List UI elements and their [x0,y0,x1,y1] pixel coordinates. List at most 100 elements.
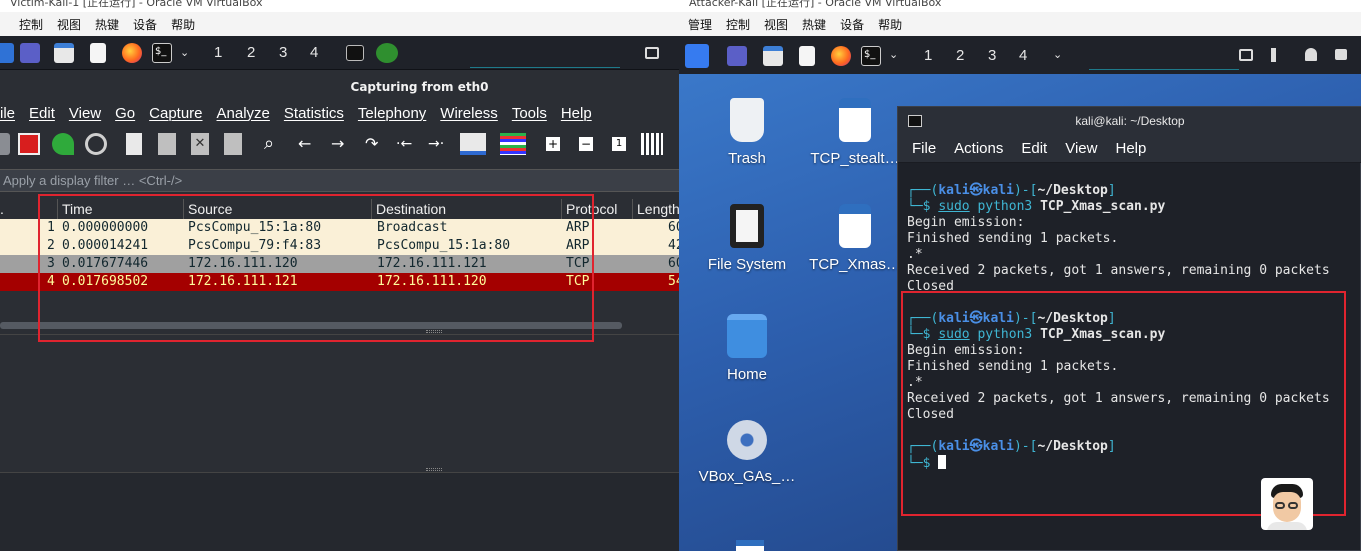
text-editor-icon[interactable] [799,46,815,66]
firefox-icon[interactable] [122,43,142,63]
wireshark-window-icon[interactable] [376,43,398,63]
pane-splitter-handle[interactable] [426,468,442,471]
workspace-4[interactable]: 4 [1019,47,1027,64]
desktop-icon-tcp-stealth[interactable]: TCP_stealt… [805,98,905,167]
last-packet-icon[interactable]: →· [428,133,450,155]
terminal-icon[interactable]: $_ [152,43,172,63]
menu-tools[interactable]: Tools [512,105,547,122]
network-icon[interactable] [1239,49,1253,61]
firefox-icon[interactable] [831,46,851,66]
zoom-in-icon[interactable]: + [546,137,560,151]
autoscroll-icon[interactable] [460,133,486,155]
save-file-icon[interactable] [158,133,176,155]
menu-help[interactable]: Help [561,105,592,122]
workspace-4[interactable]: 4 [310,44,318,61]
term-menu-file[interactable]: File [912,140,936,157]
term-menu-help[interactable]: Help [1115,140,1146,157]
text-editor-icon[interactable] [90,43,106,63]
capture-options-icon[interactable] [85,133,107,155]
prompt-line: ┌──(kali㉿kali)-[~/Desktop] [907,183,1116,198]
menu-analyze[interactable]: Analyze [217,105,270,122]
dropdown-chevron-icon[interactable]: ⌄ [889,48,898,61]
kali-menu-icon[interactable] [685,44,709,68]
workspace-3[interactable]: 3 [988,47,996,64]
normal-size-icon[interactable]: 1 [612,137,626,151]
find-packet-icon[interactable]: ⌕ [264,133,286,155]
wireshark-toolbar: ✕ ⌕ ← → ↷ ·← →· + − 1 [0,128,679,164]
go-forward-icon[interactable]: → [331,133,353,155]
start-capture-icon[interactable] [0,133,10,155]
go-back-icon[interactable]: ← [298,133,320,155]
restart-capture-icon[interactable] [52,133,74,155]
menu-edit[interactable]: Edit [29,105,55,122]
menu-capture[interactable]: Capture [149,105,202,122]
workspace-icon[interactable] [727,46,747,66]
vbox-menu-control[interactable]: 控制 [12,16,50,33]
dropdown-chevron-icon[interactable]: ⌄ [1053,48,1062,61]
first-packet-icon[interactable]: ·← [396,133,418,155]
python-file-icon[interactable] [736,540,764,551]
menu-wireless[interactable]: Wireless [440,105,498,122]
terminal-window-icon[interactable] [346,45,364,61]
packet-length: 60 [668,256,679,271]
term-menu-view[interactable]: View [1065,140,1097,157]
zoom-out-icon[interactable]: − [579,137,593,151]
desktop-icon-file-system[interactable]: File System [697,204,797,273]
desktop-icon-label: VBox_GAs_… [698,468,796,485]
menu-statistics[interactable]: Statistics [284,105,344,122]
volume-icon[interactable] [1271,48,1283,62]
packet-details-pane [0,330,679,468]
desktop-icon-label: TCP_Xmas… [809,256,901,273]
lock-screen-icon[interactable] [1335,49,1347,60]
kali-top-panel: $_ ⌄ 1 2 3 4 [0,36,679,70]
reload-file-icon[interactable] [224,133,242,155]
open-file-icon[interactable] [126,133,142,155]
terminal-app-icon [908,115,922,127]
menu-telephony[interactable]: Telephony [358,105,426,122]
close-file-icon[interactable]: ✕ [191,133,209,155]
file-manager-icon[interactable] [54,43,74,63]
workspace-1[interactable]: 1 [924,47,932,64]
workspace-3[interactable]: 3 [279,44,287,61]
workspace-2[interactable]: 2 [956,47,964,64]
vbox-menu-control[interactable]: 控制 [719,16,757,33]
menu-go[interactable]: Go [115,105,135,122]
display-filter-input[interactable]: Apply a display filter … <Ctrl-/> [0,169,679,192]
show-desktop-icon[interactable] [0,43,14,63]
term-menu-actions[interactable]: Actions [954,140,1003,157]
vbox-menu-hotkey[interactable]: 热键 [795,16,833,33]
colorize-icon[interactable] [500,133,526,155]
vbox-menu-help[interactable]: 帮助 [164,16,202,33]
file-manager-icon[interactable] [763,46,783,66]
col-no[interactable]: . [0,199,4,219]
vbox-menu-manage[interactable]: 管理 [681,16,719,33]
vbox-menu-devices[interactable]: 设备 [833,16,871,33]
term-menu-edit[interactable]: Edit [1021,140,1047,157]
vbox-menu-hotkey[interactable]: 热键 [88,16,126,33]
dropdown-chevron-icon[interactable]: ⌄ [180,46,189,59]
trash-icon [730,98,764,142]
vbox-menu-devices[interactable]: 设备 [126,16,164,33]
output-line: Begin emission: [907,215,1025,230]
go-to-packet-icon[interactable]: ↷ [365,133,387,155]
menu-view[interactable]: View [69,105,101,122]
col-length[interactable]: Length [632,199,679,219]
workspace-icon[interactable] [20,43,40,63]
network-icon[interactable] [645,47,659,59]
vbox-menu-view[interactable]: 视图 [757,16,795,33]
vbox-menu-view[interactable]: 视图 [50,16,88,33]
desktop-icon-trash[interactable]: Trash [697,98,797,167]
stop-capture-icon[interactable] [18,133,40,155]
terminal-icon[interactable]: $_ [861,46,881,66]
desktop-icon-tcp-xmas[interactable]: TCP_Xmas… [805,204,905,273]
desktop-icon-vbox-gas[interactable]: VBox_GAs_… [697,420,797,485]
resize-columns-icon[interactable] [641,133,663,155]
packet-length: 42 [668,238,679,253]
menu-file[interactable]: ile [0,105,15,122]
workspace-2[interactable]: 2 [247,44,255,61]
attacker-vm-window: Attacker-Kali [正在运行] - Oracle VM Virtual… [679,0,1361,551]
notification-bell-icon[interactable] [1305,48,1317,61]
workspace-1[interactable]: 1 [214,44,222,61]
desktop-icon-home[interactable]: Home [697,314,797,383]
vbox-menu-help[interactable]: 帮助 [871,16,909,33]
